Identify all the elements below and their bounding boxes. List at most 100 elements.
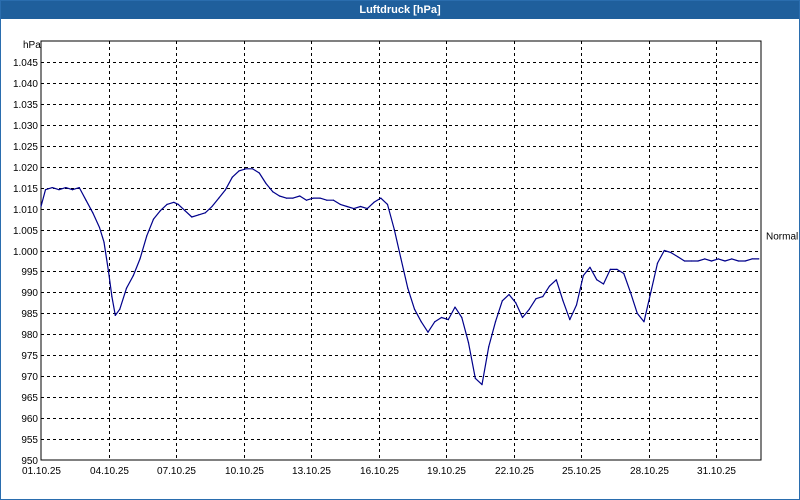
chart-title: Luftdruck [hPa]	[1, 1, 799, 19]
data-point	[731, 258, 733, 260]
data-point	[690, 260, 692, 262]
data-point	[555, 279, 557, 281]
x-tick-label: 13.10.25	[292, 466, 331, 477]
data-point	[521, 316, 524, 319]
data-point	[629, 291, 632, 293]
data-point	[111, 296, 113, 298]
data-point	[447, 319, 449, 321]
data-point	[751, 258, 753, 260]
data-point	[107, 270, 110, 272]
data-point	[407, 287, 409, 289]
data-point	[51, 187, 53, 189]
data-point	[508, 293, 510, 296]
data-point	[494, 321, 497, 323]
data-point	[623, 272, 625, 275]
data-point	[353, 208, 355, 210]
data-point	[467, 342, 470, 344]
data-point	[474, 377, 476, 379]
data-point	[400, 258, 402, 260]
data-point	[272, 191, 274, 193]
y-tick-label: 995	[21, 267, 38, 278]
data-point	[609, 268, 611, 270]
data-point	[569, 319, 571, 321]
data-point	[78, 187, 80, 189]
x-tick-label: 19.10.25	[427, 466, 466, 477]
data-point	[285, 197, 287, 199]
data-point	[265, 182, 267, 185]
y-tick-label: 1.005	[13, 226, 38, 237]
data-point	[724, 260, 726, 262]
x-tick-label: 22.10.25	[495, 466, 534, 477]
data-point	[589, 266, 591, 268]
data-point	[535, 298, 537, 300]
data-point	[125, 287, 128, 289]
data-point	[292, 197, 294, 199]
pressure-chart: 9509559609659709759809859909951.0001.005…	[13, 40, 798, 477]
data-point	[744, 260, 746, 262]
y-tick-label: 1.025	[13, 142, 38, 153]
data-point	[40, 205, 42, 208]
data-point	[119, 308, 121, 310]
data-point	[596, 279, 598, 281]
data-point	[440, 316, 443, 319]
data-point	[710, 260, 713, 262]
data-point	[683, 260, 686, 262]
data-point	[114, 314, 116, 316]
data-point	[98, 226, 101, 229]
data-point	[346, 205, 348, 208]
data-point	[481, 384, 483, 386]
data-point	[602, 283, 605, 285]
data-point	[191, 216, 193, 218]
data-point	[386, 203, 389, 205]
x-tick-label: 04.10.25	[90, 466, 129, 477]
data-point	[305, 199, 308, 201]
data-point	[312, 197, 314, 199]
x-tick-label: 25.10.25	[562, 466, 601, 477]
data-point	[92, 212, 94, 214]
pressure-series-line	[40, 168, 759, 386]
data-point	[166, 203, 168, 205]
y-tick-label: 1.030	[13, 121, 38, 132]
data-point	[373, 201, 375, 203]
data-point	[697, 260, 699, 262]
y-tick-label: 955	[21, 435, 38, 446]
data-point	[278, 195, 281, 197]
x-tick-label: 16.10.25	[360, 466, 399, 477]
data-point	[616, 268, 618, 270]
data-point	[717, 258, 719, 260]
data-point	[434, 321, 436, 323]
y-tick-label: 965	[21, 393, 38, 404]
data-point	[197, 214, 200, 216]
data-point	[366, 208, 368, 210]
y-tick-label: 975	[21, 351, 38, 362]
data-point	[173, 201, 175, 203]
data-point	[413, 308, 416, 310]
x-tick-label: 10.10.25	[225, 466, 264, 477]
data-point	[204, 212, 206, 214]
data-point	[224, 189, 227, 191]
y-tick-label: 1.010	[13, 205, 38, 216]
y-tick-label: 1.040	[13, 79, 38, 90]
data-point	[319, 197, 321, 199]
data-point	[44, 189, 47, 191]
data-point	[528, 308, 530, 310]
y-tick-label: 970	[21, 372, 38, 383]
data-point	[238, 170, 240, 172]
y-tick-label: 1.020	[13, 163, 38, 174]
data-point	[488, 346, 490, 348]
data-point	[299, 195, 301, 197]
data-point	[132, 275, 134, 277]
data-point	[380, 197, 382, 199]
data-point	[85, 199, 87, 201]
data-point	[152, 218, 155, 220]
data-point	[636, 312, 638, 314]
y-tick-label: 990	[21, 288, 38, 299]
y-tick-label: 980	[21, 330, 38, 341]
data-point	[758, 258, 760, 260]
data-point	[663, 249, 665, 252]
chart-window: Luftdruck [hPa] 950 955 960 965 970 975 980 985…	[0, 0, 800, 500]
data-point	[737, 260, 740, 262]
data-point	[58, 189, 60, 191]
data-point	[218, 197, 220, 199]
normal-reference-label: Normal	[766, 231, 798, 242]
